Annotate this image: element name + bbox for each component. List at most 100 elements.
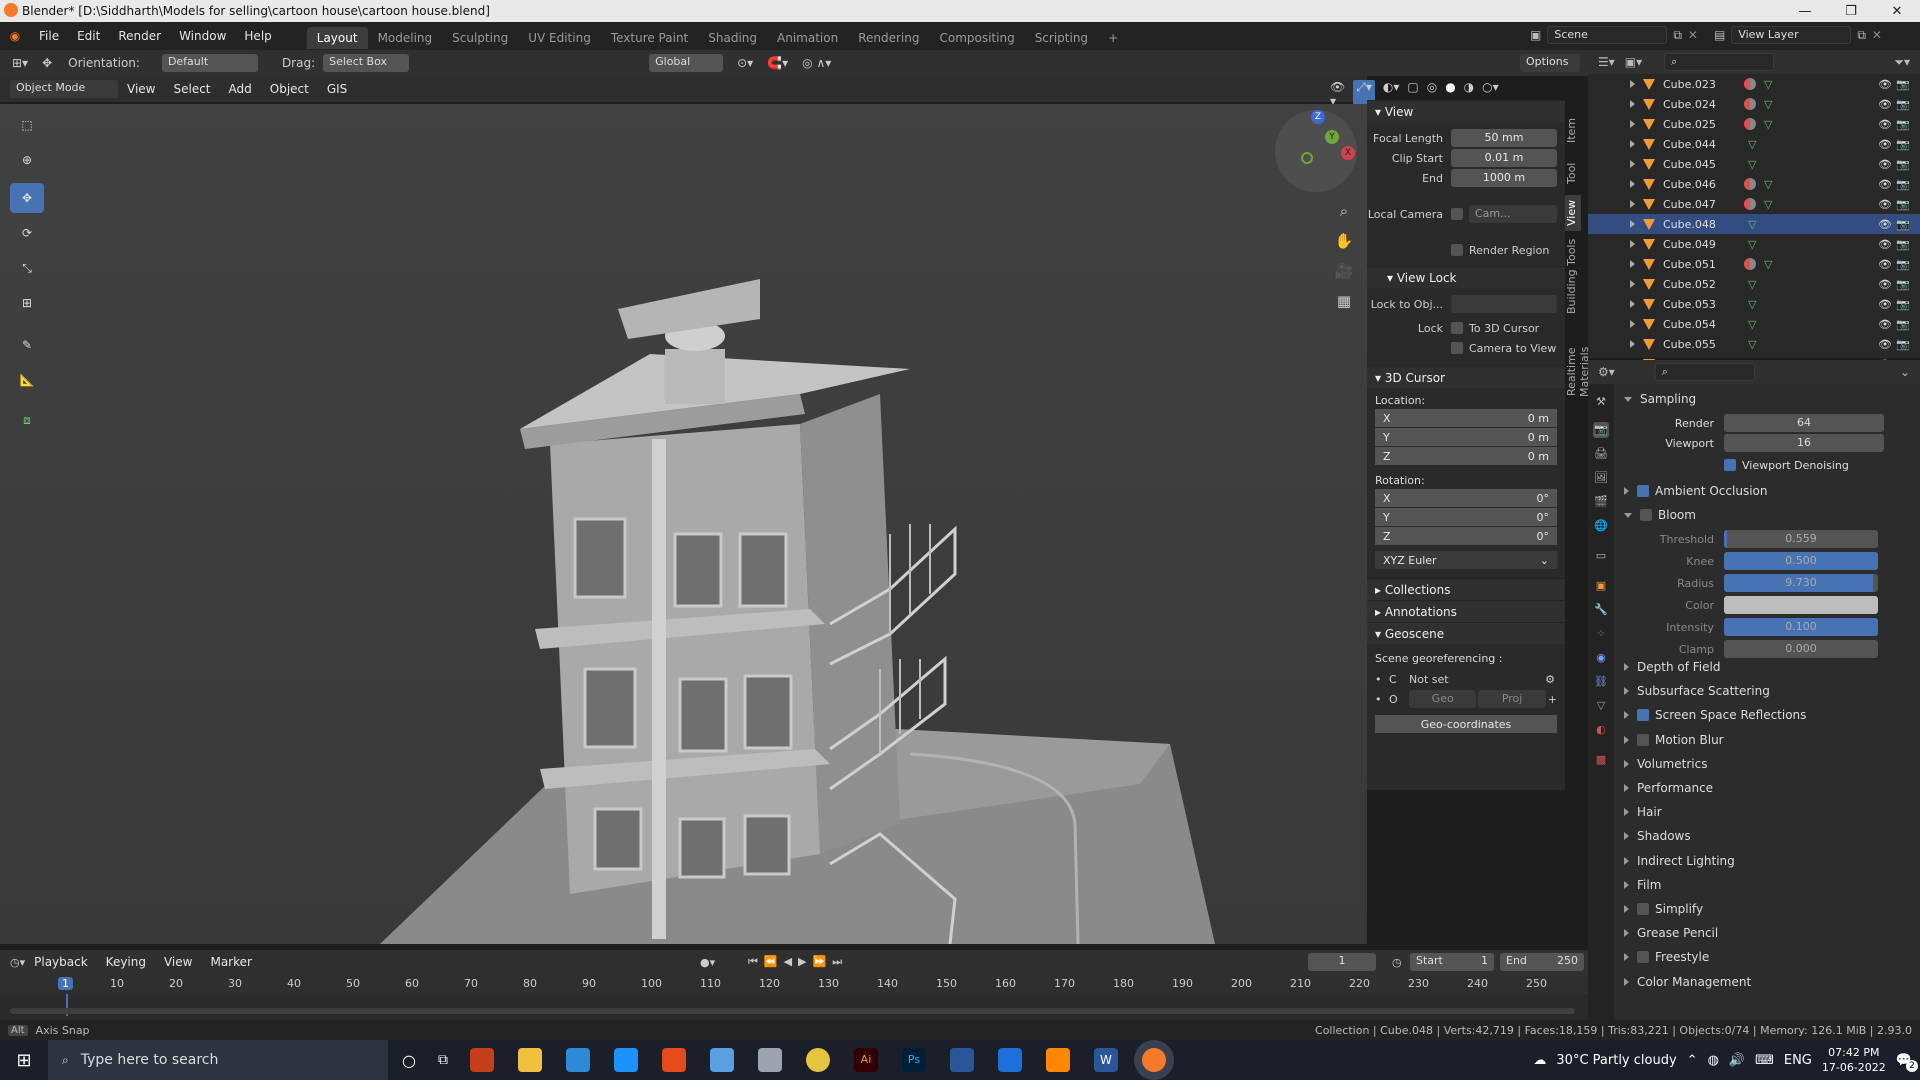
collections-section-header[interactable]: ▸ Collections (1367, 578, 1565, 600)
render-section-header[interactable]: Shadows (1614, 825, 1920, 847)
cursor-tool-icon[interactable]: ⊕ (10, 145, 44, 175)
mesh-data-icon[interactable]: ▽ (1764, 118, 1772, 131)
visibility-eye-icon[interactable]: 👁 (1878, 318, 1892, 331)
tab-tool[interactable]: Tool (1565, 155, 1581, 191)
notification-center-icon[interactable]: 💬 2 (1896, 1053, 1918, 1072)
photoshop-icon[interactable]: Ps (901, 1048, 926, 1072)
drag-dropdown[interactable]: Select Box (323, 54, 410, 72)
focal-length-field[interactable]: 50 mm (1451, 129, 1557, 147)
editor-type-icon[interactable]: ⊞▾ (12, 56, 28, 70)
annotations-section-header[interactable]: ▸ Annotations (1367, 600, 1565, 622)
lock-to-object-field[interactable] (1451, 295, 1557, 313)
visibility-eye-icon[interactable]: 👁 (1878, 158, 1892, 171)
bloom-field-slider[interactable]: 0.500 (1724, 552, 1878, 570)
collection-tab-icon[interactable]: ▭ (1593, 548, 1609, 564)
workspace-tab-uv-editing[interactable]: UV Editing (518, 27, 601, 49)
mesh-data-icon[interactable]: ▽ (1748, 278, 1756, 291)
gizmo-z-axis-icon[interactable]: Z (1311, 110, 1325, 124)
expand-arrow-icon[interactable] (1630, 100, 1635, 108)
powerpoint-icon[interactable] (469, 1048, 494, 1072)
tab-item[interactable]: Item (1565, 110, 1581, 150)
texture-tab-icon[interactable]: ▩ (1593, 752, 1609, 768)
visibility-eye-icon[interactable]: 👁 (1878, 218, 1892, 231)
menu-render[interactable]: Render (109, 22, 170, 50)
modifier-tab-icon[interactable]: 🔧 (1593, 602, 1609, 618)
timeline-scrollbar[interactable] (10, 1008, 1575, 1014)
taskbar-search-box[interactable]: ⌕ Type here to search (48, 1040, 388, 1080)
workspace-tab-animation[interactable]: Animation (767, 27, 848, 49)
section-enable-checkbox[interactable] (1637, 709, 1649, 722)
render-camera-icon[interactable]: 📷 (1896, 78, 1910, 91)
mesh-data-icon[interactable]: ▽ (1764, 78, 1772, 91)
cursor-rotation-y[interactable]: Y 0° (1375, 508, 1557, 526)
chrome-icon[interactable] (805, 1048, 830, 1072)
menu-edit[interactable]: Edit (68, 22, 109, 50)
scene-tab-icon[interactable]: 🎬 (1593, 494, 1609, 510)
workspace-tab-compositing[interactable]: Compositing (929, 27, 1024, 49)
ambient-occlusion-header[interactable]: Ambient Occlusion (1655, 484, 1767, 498)
section-enable-checkbox[interactable] (1637, 951, 1649, 964)
render-section-header[interactable]: Simplify (1614, 898, 1920, 920)
render-camera-icon[interactable]: 📷 (1896, 278, 1910, 291)
section-enable-checkbox[interactable] (1637, 733, 1649, 746)
workspace-tab-scripting[interactable]: Scripting (1025, 27, 1098, 49)
expand-arrow-icon[interactable] (1630, 120, 1635, 128)
cursor-location-z[interactable]: Z0 m (1375, 447, 1557, 465)
render-region-checkbox[interactable] (1451, 244, 1463, 256)
material-icon[interactable] (1744, 78, 1756, 90)
outliner-row[interactable]: Cube.024 ▽ 👁 📷 (1588, 94, 1920, 114)
outliner-row[interactable]: Cube.044 ▽ 👁 📷 (1588, 134, 1920, 154)
visibility-eye-icon[interactable]: 👁 (1878, 178, 1892, 191)
perspective-grid-icon[interactable]: ▦ (1332, 286, 1356, 316)
cursor-location-y[interactable]: Y0 m (1375, 428, 1557, 446)
render-section-header[interactable]: Film (1614, 874, 1920, 896)
material-icon[interactable] (1744, 258, 1756, 270)
scene-icon[interactable]: ▣ (1530, 28, 1541, 42)
gizmo-x-axis-icon[interactable]: X (1341, 146, 1355, 160)
material-icon[interactable] (1744, 198, 1756, 210)
render-section-header[interactable]: Indirect Lighting (1614, 850, 1920, 872)
particles-tab-icon[interactable]: ⁘ (1593, 626, 1609, 642)
expand-arrow-icon[interactable] (1630, 140, 1635, 148)
mesh-data-icon[interactable]: ▽ (1748, 338, 1756, 351)
pivot-point-icon[interactable]: ⊙▾ (737, 56, 753, 70)
visibility-eye-icon[interactable]: 👁 (1878, 118, 1892, 131)
ambient-occlusion-checkbox[interactable] (1637, 485, 1649, 497)
proportional-editing-icon[interactable]: ◎ ∧▾ (802, 56, 831, 70)
cursor-rotation-z[interactable]: Z 0° (1375, 527, 1557, 545)
zoom-icon[interactable]: ⌕ (1332, 196, 1356, 226)
show-hidden-icons-icon[interactable]: ⌃ (1687, 1053, 1698, 1068)
rotate-tool-icon[interactable]: ⟳ (10, 218, 44, 248)
properties-search-input[interactable]: ⌕ (1654, 363, 1755, 381)
remove-view-layer-icon[interactable]: ✕ (1872, 28, 1882, 42)
geo-coordinates-button[interactable]: Geo-coordinates (1375, 715, 1557, 733)
view-layer-tab-icon[interactable]: 🖼 (1593, 470, 1609, 486)
timeline-menu-view[interactable]: View (155, 948, 201, 976)
viewport-samples-field[interactable]: 16 (1724, 434, 1884, 452)
outliner-row[interactable]: Cube.047 ▽ 👁 📷 (1588, 194, 1920, 214)
current-frame-field[interactable]: 1 (1308, 953, 1376, 971)
restore-button[interactable]: ❐ (1828, 0, 1874, 22)
3d-cursor-section-header[interactable]: ▾ 3D Cursor (1367, 366, 1565, 388)
render-camera-icon[interactable]: 📷 (1896, 218, 1910, 231)
transform-orientation-dropdown[interactable]: Global (649, 54, 724, 72)
clip-end-field[interactable]: 1000 m (1451, 169, 1557, 187)
snap-icon[interactable]: 🧲▾ (767, 56, 788, 70)
outliner-row[interactable]: Cube.025 ▽ 👁 📷 (1588, 114, 1920, 134)
options-dropdown[interactable]: Options (1520, 54, 1580, 72)
end-frame-field[interactable]: End 250 (1500, 953, 1584, 971)
mesh-data-icon[interactable]: ▽ (1748, 318, 1756, 331)
tool-properties-tab-icon[interactable]: ⚒ (1593, 394, 1609, 410)
visibility-eye-icon[interactable]: 👁 (1878, 198, 1892, 211)
render-section-header[interactable]: Screen Space Reflections (1614, 704, 1920, 726)
mesh-data-icon[interactable]: ▽ (1748, 298, 1756, 311)
clip-start-field[interactable]: 0.01 m (1451, 149, 1557, 167)
tab-building-tools[interactable]: Building Tools (1565, 236, 1581, 316)
visibility-eye-icon[interactable]: 👁 (1878, 78, 1892, 91)
weather-icon[interactable]: ☁ (1533, 1053, 1546, 1068)
copy-scene-icon[interactable]: ⧉ (1673, 28, 1682, 43)
outliner-row[interactable]: Cube.046 ▽ 👁 📷 (1588, 174, 1920, 194)
camera-to-view-checkbox[interactable] (1451, 342, 1463, 354)
preview-range-icon[interactable]: ◷ (1392, 956, 1402, 969)
menu-window[interactable]: Window (170, 22, 235, 50)
